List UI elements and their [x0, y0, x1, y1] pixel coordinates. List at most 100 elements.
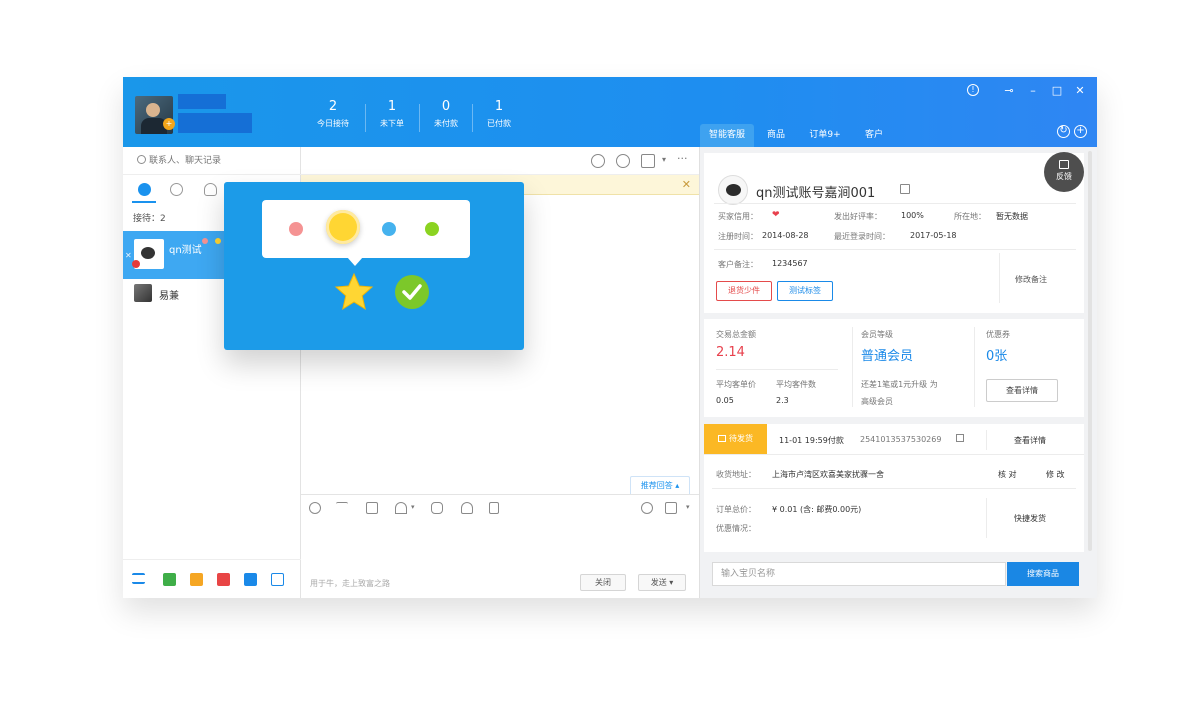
stat-label: 今日接待 — [317, 119, 349, 128]
customer-tag[interactable]: 测试标签 — [777, 281, 833, 301]
verify-address-button[interactable]: 核 对 — [998, 469, 1017, 480]
order-status-badge: 待发货 — [704, 424, 767, 454]
unread-dot — [132, 260, 140, 268]
divider — [714, 203, 1076, 204]
calendar-icon[interactable] — [641, 154, 655, 168]
status-popup — [224, 182, 524, 350]
settings-icon[interactable] — [665, 502, 677, 514]
divider — [714, 249, 1076, 250]
person-settings-icon[interactable] — [616, 154, 630, 168]
coupon-value: 0张 — [986, 349, 1008, 364]
close-button[interactable]: 关闭 — [580, 574, 626, 591]
coupon-label: 优惠券 — [986, 330, 1010, 339]
contacts-tab-icon[interactable] — [204, 183, 217, 196]
avg-count-label: 平均客件数 — [776, 380, 816, 389]
chat-toolbar: ▾ ··· — [301, 147, 699, 175]
stat-no-order[interactable]: 1 未下单 — [366, 99, 418, 131]
close-icon[interactable]: ✕ — [682, 178, 691, 191]
color-picker-bubble — [262, 200, 470, 266]
feedback-label: 反馈 — [1056, 172, 1072, 181]
stat-paid[interactable]: 1 已付款 — [473, 99, 525, 131]
customer-tag[interactable]: 退货少件 — [716, 281, 772, 301]
scissors-icon[interactable] — [395, 502, 407, 514]
stat-label: 已付款 — [487, 119, 511, 128]
chevron-down-icon[interactable]: ▾ — [686, 503, 690, 511]
modify-address-button[interactable]: 修 改 — [1046, 469, 1065, 480]
stat-number: 1 — [387, 99, 397, 114]
app-icon-green[interactable] — [163, 573, 176, 586]
tab-orders[interactable]: 订单9+ — [803, 124, 847, 147]
avg-count-value: 2.3 — [776, 396, 789, 405]
chevron-down-icon[interactable]: ▾ — [411, 503, 415, 511]
search-product-button[interactable]: 搜索商品 — [1007, 562, 1079, 586]
refresh-icon[interactable]: ↻ — [1057, 125, 1070, 138]
product-search-input[interactable]: 输入宝贝名称 — [712, 562, 1006, 586]
close-icon[interactable]: ✕ — [125, 251, 132, 260]
font-icon[interactable] — [336, 502, 348, 514]
order-total-value: ¥ 0.01 (含: 邮费0.00元) — [772, 505, 862, 514]
search-input[interactable] — [149, 151, 289, 171]
input-toolbar: ▾ ▾ — [301, 494, 699, 520]
copy-icon[interactable] — [956, 434, 964, 442]
close-icon[interactable]: ✕ — [1072, 83, 1088, 99]
contact-avatar — [134, 284, 152, 302]
order-total-label: 订单总价： — [716, 505, 756, 514]
chat-tab-icon[interactable] — [138, 183, 151, 196]
stat-unpaid[interactable]: 0 未付款 — [420, 99, 472, 131]
emoji-icon[interactable] — [309, 502, 321, 514]
feedback-button[interactable]: 反馈 — [1044, 152, 1084, 192]
recent-tab-icon[interactable] — [170, 183, 183, 196]
divider — [712, 488, 1076, 489]
shake-icon[interactable] — [431, 502, 443, 514]
heart-icon: ❤ — [772, 210, 780, 220]
window-icon[interactable] — [271, 573, 284, 586]
tab-customers[interactable]: 客户 — [855, 124, 893, 147]
scrollbar[interactable] — [1088, 151, 1092, 551]
send-button[interactable]: 发送 ▾ — [638, 574, 686, 591]
divider — [704, 454, 1084, 455]
image-icon[interactable] — [366, 502, 378, 514]
customer-stats-card: 交易总金额 2.14 会员等级 普通会员 优惠券 0张 平均客单价 0.05 平… — [704, 319, 1084, 417]
app-icon-blue[interactable] — [244, 573, 257, 586]
edit-remark-button[interactable]: 修改备注 — [1015, 274, 1047, 285]
copy-icon[interactable] — [900, 184, 910, 194]
chip-dot — [202, 238, 208, 244]
order-card: 待发货 11-01 19:59付款 2541013537530269 查看详情 … — [704, 424, 1084, 552]
document-icon[interactable] — [489, 502, 499, 514]
order-number: 2541013537530269 — [860, 435, 942, 444]
upgrade-hint: 高级会员 — [861, 397, 893, 406]
chat-bubble-icon[interactable] — [591, 154, 605, 168]
customer-avatar — [718, 175, 748, 205]
menu-icon[interactable] — [132, 573, 145, 584]
view-order-detail-button[interactable]: 查看详情 — [1014, 435, 1046, 446]
green-dot-icon[interactable] — [425, 222, 439, 236]
view-details-button[interactable]: 查看详情 — [986, 379, 1058, 402]
quick-reply-icon[interactable] — [641, 502, 653, 514]
add-icon[interactable]: + — [1074, 125, 1087, 138]
tab-products[interactable]: 商品 — [757, 124, 795, 147]
pink-dot-icon[interactable] — [289, 222, 303, 236]
suggested-answers-tab[interactable]: 推荐回答 ▴ — [630, 476, 690, 494]
quick-ship-button[interactable]: 快捷发货 — [1014, 513, 1046, 524]
check-icon[interactable] — [394, 274, 430, 310]
message-input[interactable]: 用于牛，走上致富之路 — [310, 578, 390, 589]
blue-dot-icon[interactable] — [382, 222, 396, 236]
maximize-icon[interactable]: □ — [1049, 83, 1065, 99]
search-icon — [137, 155, 146, 164]
chevron-down-icon[interactable]: ▾ — [662, 155, 666, 164]
discount-label: 优惠情况： — [716, 524, 756, 533]
left-bottom-toolbar — [123, 559, 301, 598]
heart-icon[interactable] — [461, 502, 473, 514]
info-icon[interactable]: ! — [967, 84, 979, 96]
order-time: 11-01 19:59付款 — [779, 436, 844, 445]
star-icon[interactable] — [334, 272, 374, 312]
yellow-dot-icon[interactable] — [326, 210, 360, 244]
register-value: 2014-08-28 — [762, 231, 809, 240]
minimize-icon[interactable]: – — [1025, 83, 1041, 99]
more-icon[interactable]: ··· — [677, 152, 688, 165]
app-icon-red[interactable] — [217, 573, 230, 586]
stat-today-reception[interactable]: 2 今日接待 — [307, 99, 359, 131]
app-icon-orange[interactable] — [190, 573, 203, 586]
pin-icon[interactable]: ⊸ — [1001, 83, 1017, 99]
tab-smart-service[interactable]: 智能客服 — [700, 124, 754, 147]
